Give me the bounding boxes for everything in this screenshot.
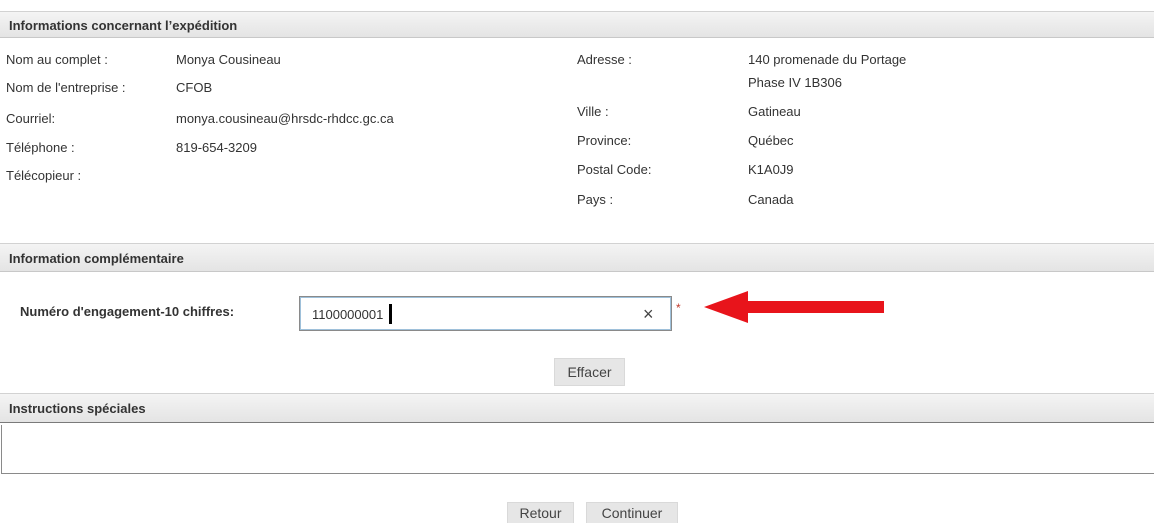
company-label: Nom de l'entreprise :	[6, 80, 126, 95]
clear-input-icon[interactable]: ×	[643, 304, 654, 324]
fax-label: Télécopieur :	[6, 168, 82, 183]
shipping-section-header: Informations concernant l’expédition	[0, 11, 1154, 38]
text-caret	[389, 304, 392, 324]
clear-button[interactable]: Effacer	[554, 358, 625, 386]
engagement-number-input[interactable]	[312, 305, 612, 323]
address-line2: Phase IV 1B306	[748, 75, 842, 90]
required-marker: *	[676, 301, 681, 315]
province-label: Province:	[577, 133, 632, 148]
annotation-arrow-icon	[704, 291, 884, 323]
special-instructions-header: Instructions spéciales	[0, 393, 1154, 423]
company-value: CFOB	[176, 80, 213, 95]
name-value: Monya Cousineau	[176, 52, 281, 67]
country-value: Canada	[748, 192, 794, 207]
back-button[interactable]: Retour	[507, 502, 574, 523]
continue-button[interactable]: Continuer	[586, 502, 678, 523]
phone-value: 819-654-3209	[176, 140, 257, 155]
city-label: Ville :	[577, 104, 609, 119]
province-value: Québec	[748, 133, 794, 148]
special-instructions-textarea[interactable]	[1, 425, 1154, 474]
address-line1: 140 promenade du Portage	[748, 52, 907, 67]
email-label: Courriel:	[6, 111, 56, 126]
complementary-section-header: Information complémentaire	[0, 243, 1154, 272]
country-label: Pays :	[577, 192, 614, 207]
phone-label: Téléphone :	[6, 140, 75, 155]
address-label: Adresse :	[577, 52, 632, 67]
name-label: Nom au complet :	[6, 52, 108, 67]
postal-code-label: Postal Code:	[577, 162, 652, 177]
city-value: Gatineau	[748, 104, 801, 119]
engagement-number-label: Numéro d'engagement-10 chiffres:	[20, 304, 235, 319]
postal-code-value: K1A0J9	[748, 162, 794, 177]
engagement-number-field[interactable]: ×	[299, 296, 672, 331]
email-value: monya.cousineau@hrsdc-rhdcc.gc.ca	[176, 111, 394, 126]
